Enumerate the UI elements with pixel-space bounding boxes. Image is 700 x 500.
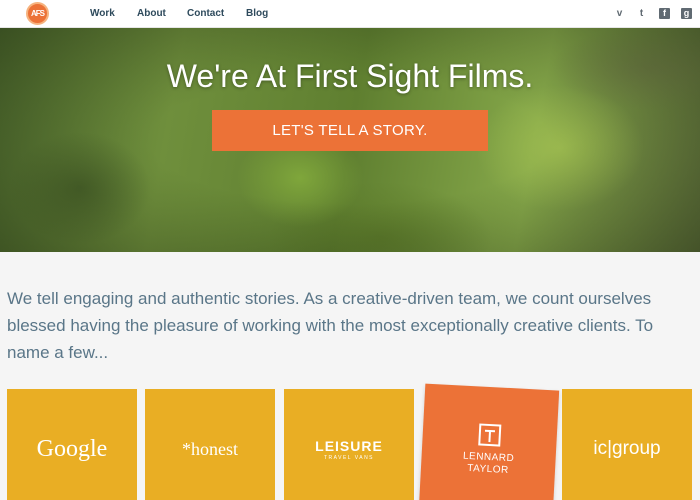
- client-tile-icgroup[interactable]: ic|group: [562, 389, 692, 500]
- tell-story-button[interactable]: LET'S TELL A STORY.: [212, 110, 488, 151]
- lennard-line-2: TAYLOR: [466, 462, 510, 477]
- hero-banner: We're At First Sight Films. LET'S TELL A…: [0, 28, 700, 252]
- facebook-icon[interactable]: f: [659, 8, 670, 19]
- intro-text: We tell engaging and authentic stories. …: [7, 289, 654, 362]
- client-tile-lennard-taylor[interactable]: LENNARD TAYLOR: [418, 383, 560, 500]
- leisure-subtitle: TRAVEL VANS: [323, 454, 375, 461]
- googleplus-icon[interactable]: g: [681, 8, 692, 19]
- client-tile-google[interactable]: Google: [7, 389, 137, 500]
- nav-link-blog[interactable]: Blog: [246, 8, 268, 19]
- vimeo-icon[interactable]: v: [614, 8, 625, 19]
- top-nav: AFS Work About Contact Blog v t f g: [0, 0, 700, 28]
- nav-link-contact[interactable]: Contact: [187, 8, 224, 19]
- icgroup-logo-text: ic|group: [593, 438, 661, 459]
- lennard-taylor-logo-icon: [478, 423, 502, 447]
- logo[interactable]: AFS: [26, 2, 49, 25]
- leisure-logo-text: LEISURE: [315, 437, 383, 454]
- twitter-icon[interactable]: t: [636, 8, 647, 19]
- client-tile-leisure[interactable]: LEISURE TRAVEL VANS: [284, 389, 414, 500]
- hero-title: We're At First Sight Films.: [166, 58, 534, 94]
- nav-link-work[interactable]: Work: [90, 8, 115, 19]
- google-logo-text: Google: [36, 435, 108, 462]
- honest-logo-text: *honest: [182, 438, 238, 459]
- nav-link-about[interactable]: About: [137, 8, 166, 19]
- client-tile-honest[interactable]: *honest: [145, 389, 275, 500]
